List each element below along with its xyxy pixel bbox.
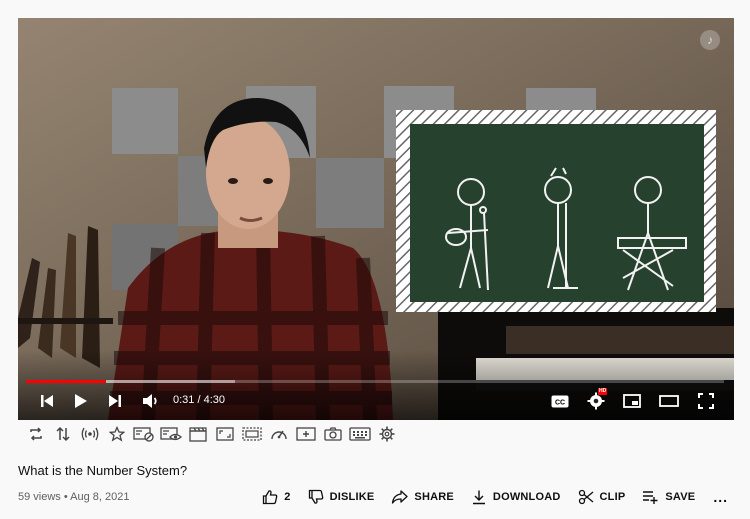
eye-screen-icon[interactable] bbox=[157, 424, 184, 444]
miniplayer-icon bbox=[623, 394, 641, 408]
more-actions-button[interactable]: ... bbox=[713, 489, 728, 505]
scissors-icon bbox=[578, 489, 593, 505]
view-count: 59 views bbox=[18, 491, 61, 503]
fullscreen-icon bbox=[698, 393, 714, 409]
youtube-watch-page: ♪ 0:31 / 4:30 CC HD What is the Number S… bbox=[0, 0, 750, 519]
action-bar: 2 DISLIKE SHARE DOWNLOAD CLIP SAVE ... bbox=[245, 489, 728, 505]
like-count: 2 bbox=[284, 491, 291, 503]
meta-separator: • bbox=[60, 491, 71, 503]
progress-bar[interactable] bbox=[26, 380, 724, 383]
save-label: SAVE bbox=[665, 491, 696, 503]
time-total: 4:30 bbox=[203, 394, 226, 406]
previous-icon bbox=[41, 395, 53, 407]
keyboard-icon[interactable] bbox=[346, 424, 373, 444]
speedometer-icon[interactable] bbox=[265, 424, 292, 444]
time-display: 0:31 / 4:30 bbox=[173, 394, 225, 406]
gear-icon[interactable] bbox=[373, 424, 400, 444]
cc-icon: CC bbox=[551, 395, 569, 407]
dislike-button[interactable]: DISLIKE bbox=[308, 489, 375, 505]
sort-icon[interactable] bbox=[49, 424, 76, 444]
broadcast-icon[interactable] bbox=[76, 424, 103, 444]
theater-icon bbox=[659, 395, 679, 407]
like-button[interactable]: 2 bbox=[262, 489, 290, 505]
next-button[interactable] bbox=[104, 389, 126, 413]
music-note-icon: ♪ bbox=[700, 30, 720, 50]
add-frame-icon[interactable] bbox=[292, 424, 319, 444]
star-icon[interactable] bbox=[103, 424, 130, 444]
camera-icon[interactable] bbox=[319, 424, 346, 444]
thumbs-up-icon bbox=[263, 490, 278, 505]
miniplayer-button[interactable] bbox=[620, 389, 644, 413]
video-meta: 59 views • Aug 8, 2021 bbox=[18, 491, 130, 503]
theater-button[interactable] bbox=[657, 389, 681, 413]
download-icon bbox=[472, 490, 485, 505]
video-player[interactable]: ♪ 0:31 / 4:30 CC HD bbox=[18, 18, 734, 420]
aspect-ratio-icon[interactable] bbox=[211, 424, 238, 444]
download-label: DOWNLOAD bbox=[492, 491, 561, 503]
thumbs-down-icon bbox=[308, 489, 323, 504]
upload-date: Aug 8, 2021 bbox=[70, 491, 130, 503]
volume-button[interactable] bbox=[140, 389, 162, 413]
clip-button[interactable]: CLIP bbox=[578, 489, 626, 505]
share-icon bbox=[392, 490, 409, 504]
clip-label: CLIP bbox=[599, 491, 626, 503]
settings-button[interactable]: HD bbox=[584, 388, 608, 413]
hide-screen-icon[interactable] bbox=[130, 424, 157, 444]
extension-toolbar bbox=[22, 424, 400, 444]
svg-text:CC: CC bbox=[555, 399, 565, 406]
share-label: SHARE bbox=[414, 491, 454, 503]
time-separator: / bbox=[194, 394, 204, 406]
hd-badge: HD bbox=[598, 388, 608, 395]
video-title: What is the Number System? bbox=[18, 463, 188, 478]
playlist-add-icon bbox=[643, 491, 658, 504]
next-icon bbox=[109, 395, 121, 407]
play-button[interactable] bbox=[70, 389, 92, 413]
fullscreen-button[interactable] bbox=[694, 389, 718, 413]
share-button[interactable]: SHARE bbox=[391, 489, 454, 505]
previous-button[interactable] bbox=[36, 389, 58, 413]
dislike-label: DISLIKE bbox=[329, 491, 375, 503]
captions-button[interactable]: CC bbox=[548, 389, 572, 413]
volume-icon bbox=[143, 394, 157, 408]
save-button[interactable]: SAVE bbox=[642, 489, 695, 505]
progress-played bbox=[26, 380, 107, 383]
play-icon bbox=[75, 394, 87, 408]
time-current: 0:31 bbox=[173, 394, 195, 406]
download-button[interactable]: DOWNLOAD bbox=[471, 489, 561, 505]
clapper-icon[interactable] bbox=[184, 424, 211, 444]
loop-icon[interactable] bbox=[22, 424, 49, 444]
dotted-frame-icon[interactable] bbox=[238, 424, 265, 444]
